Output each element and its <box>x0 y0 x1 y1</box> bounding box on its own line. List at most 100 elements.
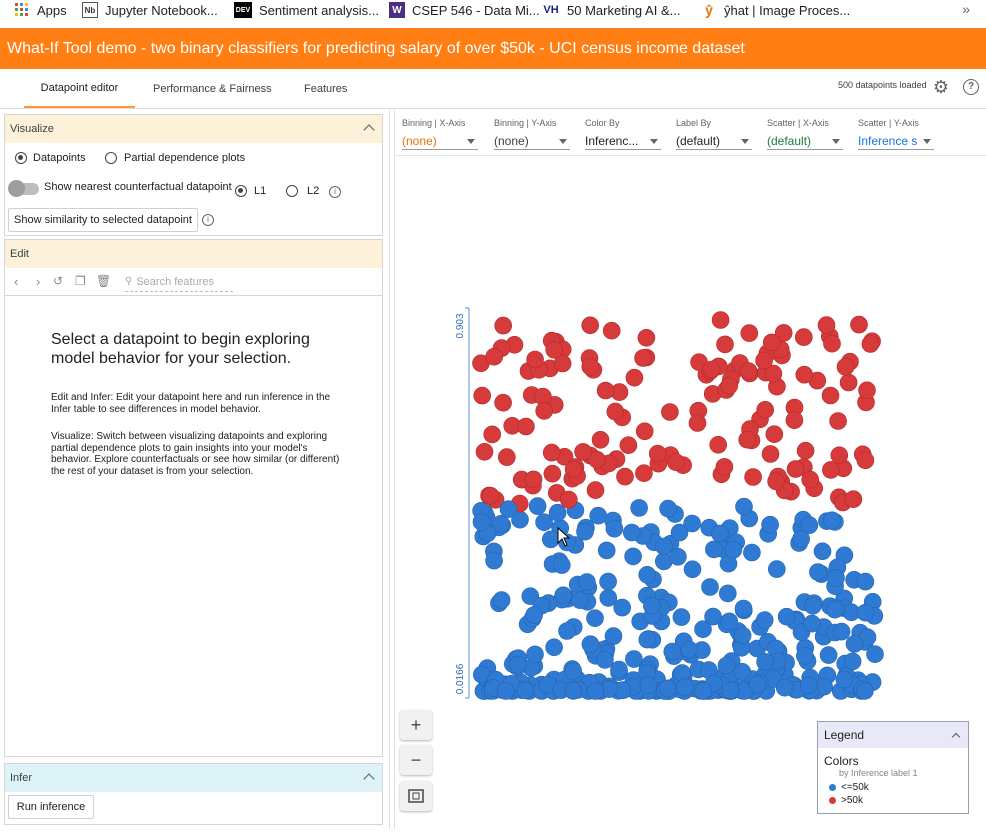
datapoint-over-50k[interactable] <box>616 467 634 486</box>
datapoint-over-50k[interactable] <box>715 458 734 476</box>
datapoint-under-50k[interactable] <box>564 662 582 681</box>
datapoint-under-50k[interactable] <box>733 626 752 645</box>
zoom-in-button[interactable]: + <box>400 710 432 740</box>
datapoint-under-50k[interactable] <box>528 497 547 515</box>
datapoint-over-50k[interactable] <box>786 460 805 478</box>
scatter-y-control[interactable]: Scatter | Y-Axis Inference s <box>858 118 934 150</box>
datapoint-over-50k[interactable] <box>829 412 847 430</box>
datapoint-over-50k[interactable] <box>667 453 685 472</box>
datapoint-under-50k[interactable] <box>492 591 511 609</box>
datapoint-under-50k[interactable] <box>669 547 687 566</box>
datapoint-under-50k[interactable] <box>856 682 874 700</box>
datapoint-over-50k[interactable] <box>822 461 840 479</box>
legend-item[interactable]: <=50k <box>829 782 869 793</box>
datapoint-over-50k[interactable] <box>475 442 494 461</box>
datapoint-under-50k[interactable] <box>542 530 560 549</box>
datapoint-over-50k[interactable] <box>856 451 875 470</box>
scatter-points[interactable] <box>472 311 884 700</box>
nearest-counterfactual-toggle[interactable] <box>8 180 39 197</box>
datapoint-under-50k[interactable] <box>589 506 607 525</box>
datapoint-over-50k[interactable] <box>740 324 759 342</box>
datapoint-over-50k[interactable] <box>526 350 544 369</box>
datapoint-under-50k[interactable] <box>856 603 875 622</box>
datapoint-over-50k[interactable] <box>716 335 734 354</box>
datapoint-under-50k[interactable] <box>718 584 737 603</box>
datapoint-over-50k[interactable] <box>591 430 610 449</box>
datapoint-under-50k[interactable] <box>576 522 594 541</box>
datapoint-over-50k[interactable] <box>517 417 535 436</box>
binning-x-select[interactable]: (none) <box>402 132 478 150</box>
datapoint-over-50k[interactable] <box>581 357 600 376</box>
datapoint-over-50k[interactable] <box>625 368 644 387</box>
datapoint-over-50k[interactable] <box>596 381 615 400</box>
datapoint-under-50k[interactable] <box>705 540 723 559</box>
datapoint-under-50k[interactable] <box>694 682 713 700</box>
datapoint-over-50k[interactable] <box>483 425 501 444</box>
datapoint-under-50k[interactable] <box>554 586 572 605</box>
datapoint-under-50k[interactable] <box>564 681 582 700</box>
datapoint-over-50k[interactable] <box>702 360 721 379</box>
tab-features[interactable]: Features <box>304 69 347 108</box>
datapoint-under-50k[interactable] <box>638 630 657 649</box>
datapoint-over-50k[interactable] <box>494 316 512 335</box>
datapoint-over-50k[interactable] <box>765 425 784 444</box>
datapoint-over-50k[interactable] <box>711 311 730 329</box>
help-icon[interactable]: ? <box>963 79 979 95</box>
datapoint-under-50k[interactable] <box>827 569 845 587</box>
datapoint-under-50k[interactable] <box>630 499 648 517</box>
bookmarks-overflow-icon[interactable]: » <box>962 1 970 17</box>
datapoint-under-50k[interactable] <box>586 609 604 628</box>
datapoint-over-50k[interactable] <box>836 358 855 376</box>
datapoint-under-50k[interactable] <box>604 627 623 645</box>
datapoint-under-50k[interactable] <box>792 530 810 548</box>
history-icon[interactable]: ↺ <box>53 274 63 288</box>
datapoint-under-50k[interactable] <box>835 670 854 689</box>
datapoint-under-50k[interactable] <box>638 565 656 584</box>
datapoint-under-50k[interactable] <box>492 514 510 533</box>
datapoint-over-50k[interactable] <box>767 472 785 491</box>
datapoint-under-50k[interactable] <box>485 551 503 570</box>
datapoint-under-50k[interactable] <box>777 607 796 626</box>
datapoint-over-50k[interactable] <box>494 393 512 412</box>
scatter-y-select[interactable]: Inference s <box>858 132 934 150</box>
datapoint-under-50k[interactable] <box>525 606 543 624</box>
datapoint-under-50k[interactable] <box>804 596 822 615</box>
datapoint-under-50k[interactable] <box>672 608 691 626</box>
bookmark-yhat[interactable]: ŷ ŷhat | Image Proces... <box>701 0 850 20</box>
legend-header[interactable]: Legend <box>818 722 968 748</box>
datapoint-over-50k[interactable] <box>635 422 654 441</box>
gear-icon[interactable]: ⚙ <box>932 78 950 96</box>
datapoint-under-50k[interactable] <box>711 524 729 543</box>
datapoint-under-50k[interactable] <box>701 578 719 596</box>
datapoint-over-50k[interactable] <box>785 411 804 430</box>
datapoint-over-50k[interactable] <box>619 436 638 455</box>
chevron-left-icon[interactable]: ‹ <box>14 274 18 289</box>
datapoint-under-50k[interactable] <box>639 676 658 695</box>
datapoint-over-50k[interactable] <box>661 403 679 421</box>
datapoint-under-50k[interactable] <box>663 642 682 661</box>
datapoint-over-50k[interactable] <box>524 470 543 489</box>
datapoint-under-50k[interactable] <box>578 573 596 591</box>
datapoint-over-50k[interactable] <box>830 446 849 465</box>
bookmark-marketing[interactable]: VH 50 Marketing AI &... <box>542 0 680 20</box>
search-features-input[interactable]: ⚲ Search features <box>125 272 233 292</box>
datapoint-under-50k[interactable] <box>756 653 774 671</box>
datapoint-under-50k[interactable] <box>610 660 628 679</box>
scatter-x-select[interactable]: (default) <box>767 132 843 150</box>
datapoint-over-50k[interactable] <box>821 386 840 405</box>
datapoint-under-50k[interactable] <box>734 599 753 618</box>
datapoints-radio[interactable] <box>15 152 27 164</box>
panel-divider[interactable] <box>389 110 390 829</box>
legend-item[interactable]: >50k <box>829 795 863 806</box>
datapoint-over-50k[interactable] <box>564 460 583 479</box>
datapoint-under-50k[interactable] <box>845 635 864 653</box>
fit-view-button[interactable] <box>400 781 432 811</box>
datapoint-under-50k[interactable] <box>809 563 827 581</box>
datapoint-under-50k[interactable] <box>526 645 544 664</box>
l1-radio[interactable] <box>235 185 247 197</box>
datapoint-under-50k[interactable] <box>748 675 767 694</box>
datapoint-under-50k[interactable] <box>767 560 786 578</box>
datapoint-under-50k[interactable] <box>761 515 779 534</box>
datapoint-over-50k[interactable] <box>688 414 707 432</box>
datapoint-under-50k[interactable] <box>775 678 794 697</box>
